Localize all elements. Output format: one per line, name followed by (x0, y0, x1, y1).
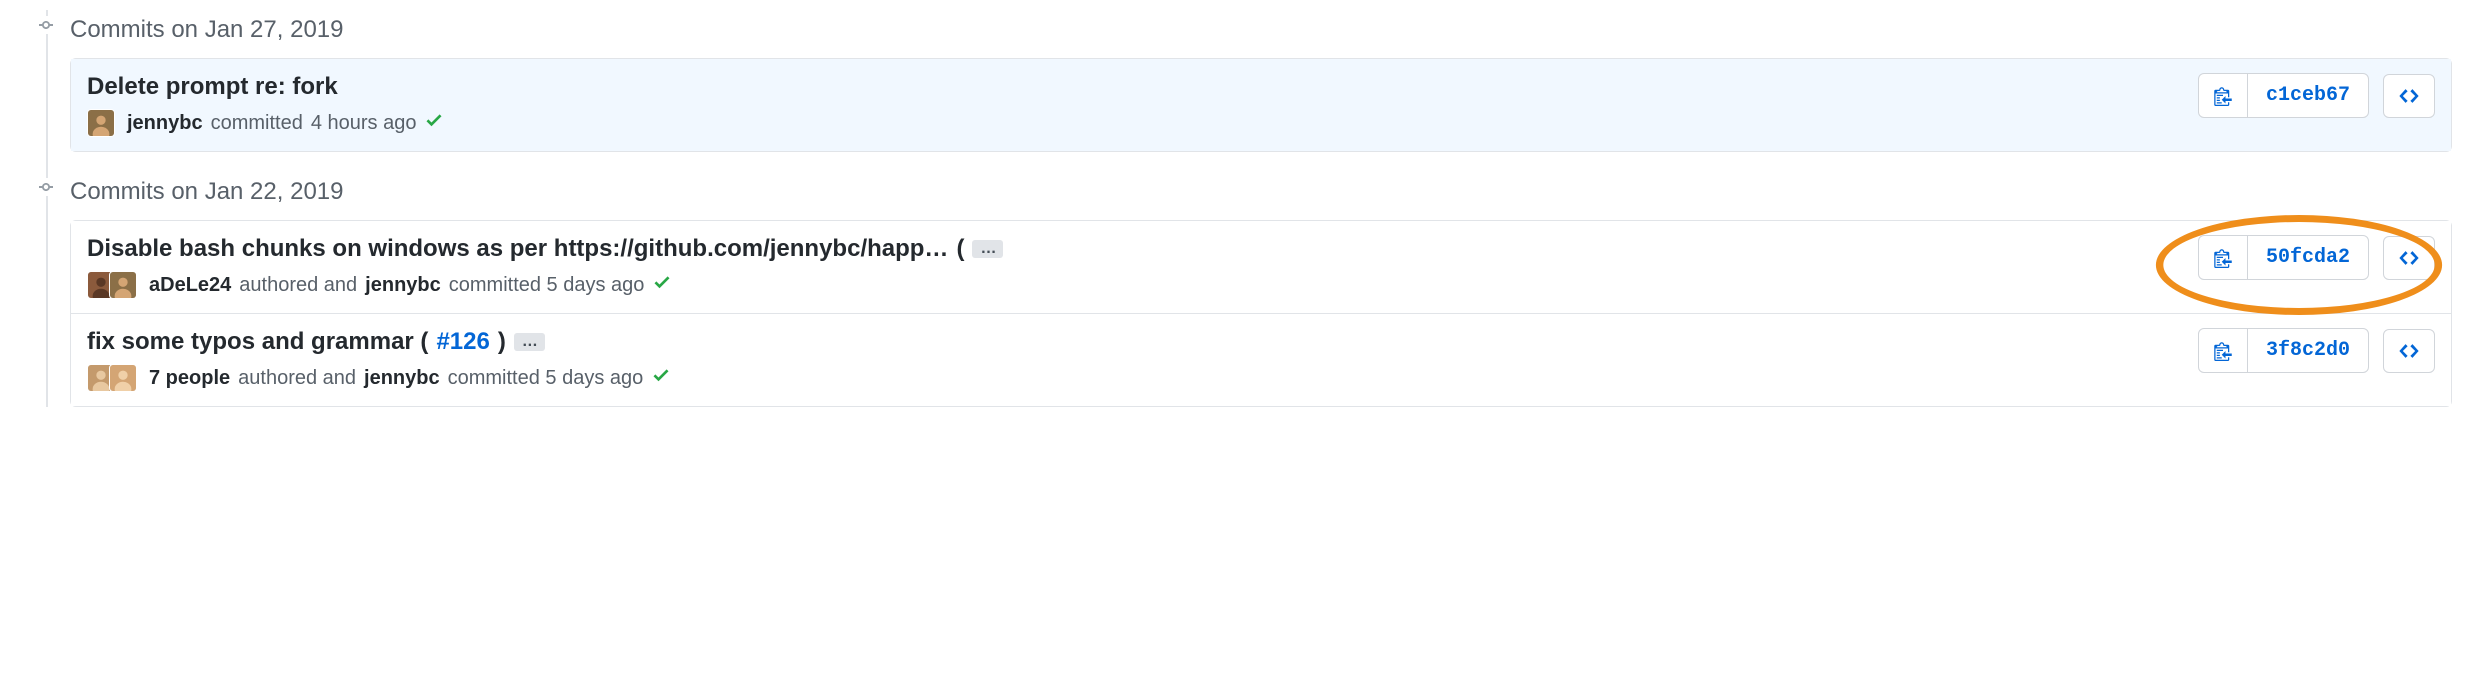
copy-sha-button[interactable] (2199, 74, 2248, 117)
commit-author[interactable]: aDeLe24 (149, 274, 231, 297)
commit-item: Disable bash chunks on windows as per ht… (71, 221, 2451, 314)
expand-message-button[interactable]: … (514, 333, 545, 351)
commit-title-suffix: ) (498, 328, 506, 356)
sha-button-group: 3f8c2d0 (2198, 328, 2369, 373)
commit-title[interactable]: fix some typos and grammar ( #126) … (87, 328, 2178, 356)
commits-timeline: Commits on Jan 27, 2019 Delete prompt re:… (20, 10, 2452, 407)
sha-button-group: 50fcda2 (2198, 235, 2369, 280)
avatar[interactable] (109, 364, 137, 392)
commit-title[interactable]: Disable bash chunks on windows as per ht… (87, 235, 2178, 263)
avatar[interactable] (109, 271, 137, 299)
browse-code-button[interactable] (2383, 236, 2435, 280)
commit-meta: jennybc committed 4 hours ago (87, 109, 2178, 137)
commit-title-text[interactable]: Disable bash chunks on windows as per ht… (87, 235, 948, 263)
commit-item: fix some typos and grammar ( #126) … 7 peop… (71, 314, 2451, 406)
commit-actions: 3f8c2d0 (2198, 328, 2435, 373)
commit-meta: aDeLe24 authored and jennybc committed 5 da… (87, 271, 2178, 299)
commit-details: Delete prompt re: fork jennybc committed 4 … (87, 73, 2178, 137)
commit-sha-link[interactable]: 3f8c2d0 (2248, 329, 2368, 372)
commit-date-header: Commits on Jan 22, 2019 (70, 172, 2452, 220)
commit-meta-text: committed (211, 112, 303, 135)
check-icon[interactable] (652, 272, 672, 298)
commit-committer[interactable]: jennybc (364, 367, 440, 390)
expand-message-button[interactable]: … (972, 240, 1003, 258)
commit-marker-icon (37, 178, 55, 196)
commit-details: fix some typos and grammar ( #126) … 7 peop… (87, 328, 2178, 392)
commit-time: committed 5 days ago (449, 274, 645, 297)
commit-title[interactable]: Delete prompt re: fork (87, 73, 2178, 101)
commit-list: Disable bash chunks on windows as per ht… (70, 220, 2452, 407)
commit-date-group: Commits on Jan 22, 2019 Disable bash chun… (70, 172, 2452, 407)
commit-committer[interactable]: jennybc (365, 274, 441, 297)
sha-button-group: c1ceb67 (2198, 73, 2369, 118)
avatar-stack[interactable] (87, 109, 119, 137)
copy-sha-button[interactable] (2199, 236, 2248, 279)
commit-title-issue-link[interactable]: #126 (436, 328, 489, 356)
browse-code-button[interactable] (2383, 74, 2435, 118)
commit-meta-text: authored and (238, 367, 356, 390)
commit-meta: 7 people authored and jennybc committed 5 d… (87, 364, 2178, 392)
check-icon[interactable] (651, 365, 671, 391)
browse-code-button[interactable] (2383, 329, 2435, 373)
timeline-line (46, 10, 48, 407)
commit-author[interactable]: 7 people (149, 367, 230, 390)
commit-details: Disable bash chunks on windows as per ht… (87, 235, 2178, 299)
commit-meta-text: authored and (239, 274, 357, 297)
commit-actions: 50fcda2 (2198, 235, 2435, 280)
commit-sha-link[interactable]: c1ceb67 (2248, 74, 2368, 117)
commit-sha-link[interactable]: 50fcda2 (2248, 236, 2368, 279)
commit-title-suffix: ( (956, 235, 964, 263)
commit-title-text[interactable]: Delete prompt re: fork (87, 73, 338, 101)
commit-time: committed 5 days ago (448, 367, 644, 390)
avatar-stack[interactable] (87, 364, 141, 392)
commit-date-header: Commits on Jan 27, 2019 (70, 10, 2452, 58)
avatar-stack[interactable] (87, 271, 141, 299)
commit-title-text[interactable]: fix some typos and grammar ( (87, 328, 428, 356)
commit-list: Delete prompt re: fork jennybc committed 4 … (70, 58, 2452, 152)
check-icon[interactable] (424, 110, 444, 136)
commit-date-group: Commits on Jan 27, 2019 Delete prompt re:… (70, 10, 2452, 152)
commit-item: Delete prompt re: fork jennybc committed 4 … (71, 59, 2451, 151)
avatar[interactable] (87, 109, 115, 137)
copy-sha-button[interactable] (2199, 329, 2248, 372)
commit-marker-icon (37, 16, 55, 34)
commit-author[interactable]: jennybc (127, 112, 203, 135)
commit-actions: c1ceb67 (2198, 73, 2435, 118)
commit-time: 4 hours ago (311, 112, 417, 135)
